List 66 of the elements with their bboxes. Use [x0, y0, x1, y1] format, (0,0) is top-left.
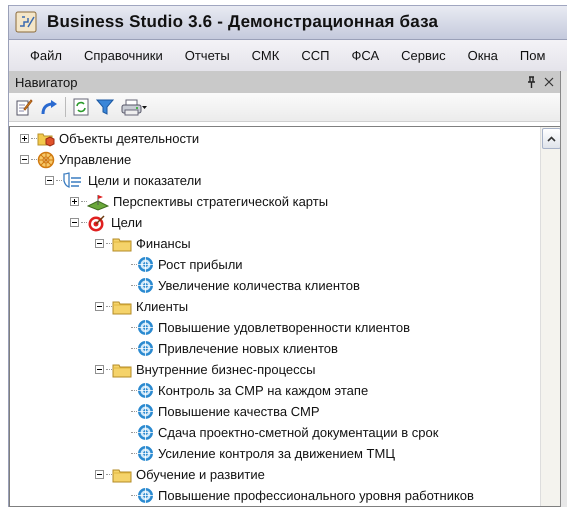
- target-icon: [137, 445, 154, 462]
- target-icon: [137, 382, 154, 399]
- folder-cube-icon: [37, 130, 55, 146]
- target-icon: [137, 340, 154, 357]
- scroll-up-button[interactable]: [542, 128, 561, 149]
- menu-item[interactable]: ФСА: [340, 48, 390, 63]
- collapse-icon[interactable]: [70, 218, 79, 227]
- tree-item[interactable]: Клиенты: [136, 299, 188, 314]
- tree-item[interactable]: Объекты деятельности: [59, 131, 200, 146]
- caret-up-icon: [547, 136, 556, 142]
- pin-icon[interactable]: [527, 76, 536, 88]
- collapse-icon[interactable]: [45, 176, 54, 185]
- collapse-icon[interactable]: [95, 365, 104, 374]
- menu-item[interactable]: СМК: [240, 48, 290, 63]
- menu-item[interactable]: Файл: [19, 48, 73, 63]
- tree-item[interactable]: Финансы: [136, 236, 191, 251]
- target-icon: [137, 487, 154, 504]
- helm-wheel-icon: [37, 150, 55, 168]
- target-icon: [137, 277, 154, 294]
- tree-item[interactable]: Контроль за СМР на каждом этапе: [158, 383, 368, 398]
- edit-icon[interactable]: [15, 98, 33, 116]
- tree-item[interactable]: Повышение качества СМР: [158, 404, 320, 419]
- target-dart-icon: [87, 214, 107, 232]
- menu-item[interactable]: Сервис: [390, 48, 457, 63]
- tree-item[interactable]: Внутренние бизнес-процессы: [136, 362, 316, 377]
- tree-item[interactable]: Привлечение новых клиентов: [158, 341, 338, 356]
- expand-icon[interactable]: [20, 134, 29, 143]
- tree-item[interactable]: Повышение удовлетворенности клиентов: [158, 320, 410, 335]
- collapse-icon[interactable]: [95, 470, 104, 479]
- menu-item[interactable]: Окна: [456, 48, 509, 63]
- window-title: Business Studio 3.6 - Демонстрационная база: [47, 12, 438, 32]
- menu-item[interactable]: Отчеты: [174, 48, 241, 63]
- app-icon: [15, 11, 37, 34]
- collapse-icon[interactable]: [95, 302, 104, 311]
- tree-item[interactable]: Усиление контроля за движением ТМЦ: [158, 446, 395, 461]
- target-icon: [137, 256, 154, 273]
- target-icon: [137, 424, 154, 441]
- tree-item[interactable]: Цели и показатели: [88, 173, 202, 188]
- close-icon[interactable]: [544, 77, 554, 87]
- shield-icon: [62, 172, 84, 190]
- tree-item[interactable]: Обучение и развитие: [136, 467, 265, 482]
- tree-item[interactable]: Сдача проектно-сметной документации в срок: [158, 425, 438, 440]
- tree-item[interactable]: Повышение профессионального уровня работников: [158, 488, 474, 503]
- refresh-icon[interactable]: [73, 98, 89, 116]
- folder-icon: [112, 362, 132, 378]
- menu-item[interactable]: ССП: [290, 48, 340, 63]
- tree-item[interactable]: Цели: [111, 215, 142, 230]
- tree-item[interactable]: Перспективы стратегической карты: [113, 194, 328, 209]
- tree-item[interactable]: Рост прибыли: [158, 257, 243, 272]
- filter-icon[interactable]: [96, 98, 114, 116]
- expand-icon[interactable]: [70, 197, 79, 206]
- folder-icon: [112, 236, 132, 252]
- tree-item[interactable]: Увеличение количества клиентов: [158, 278, 360, 293]
- panel-title: Навигатор: [15, 74, 78, 90]
- menu-item[interactable]: Справочники: [72, 48, 174, 63]
- folder-icon: [112, 466, 132, 482]
- redo-arrow-icon[interactable]: [40, 98, 58, 116]
- collapse-icon[interactable]: [95, 239, 104, 248]
- collapse-icon[interactable]: [20, 155, 29, 164]
- target-icon: [137, 403, 154, 420]
- target-icon: [137, 319, 154, 336]
- printer-icon[interactable]: [121, 98, 147, 116]
- flag-on-field-icon: [87, 192, 109, 210]
- folder-icon: [112, 298, 132, 314]
- menu-item[interactable]: Пом: [508, 48, 556, 63]
- tree-item[interactable]: Управление: [59, 152, 132, 167]
